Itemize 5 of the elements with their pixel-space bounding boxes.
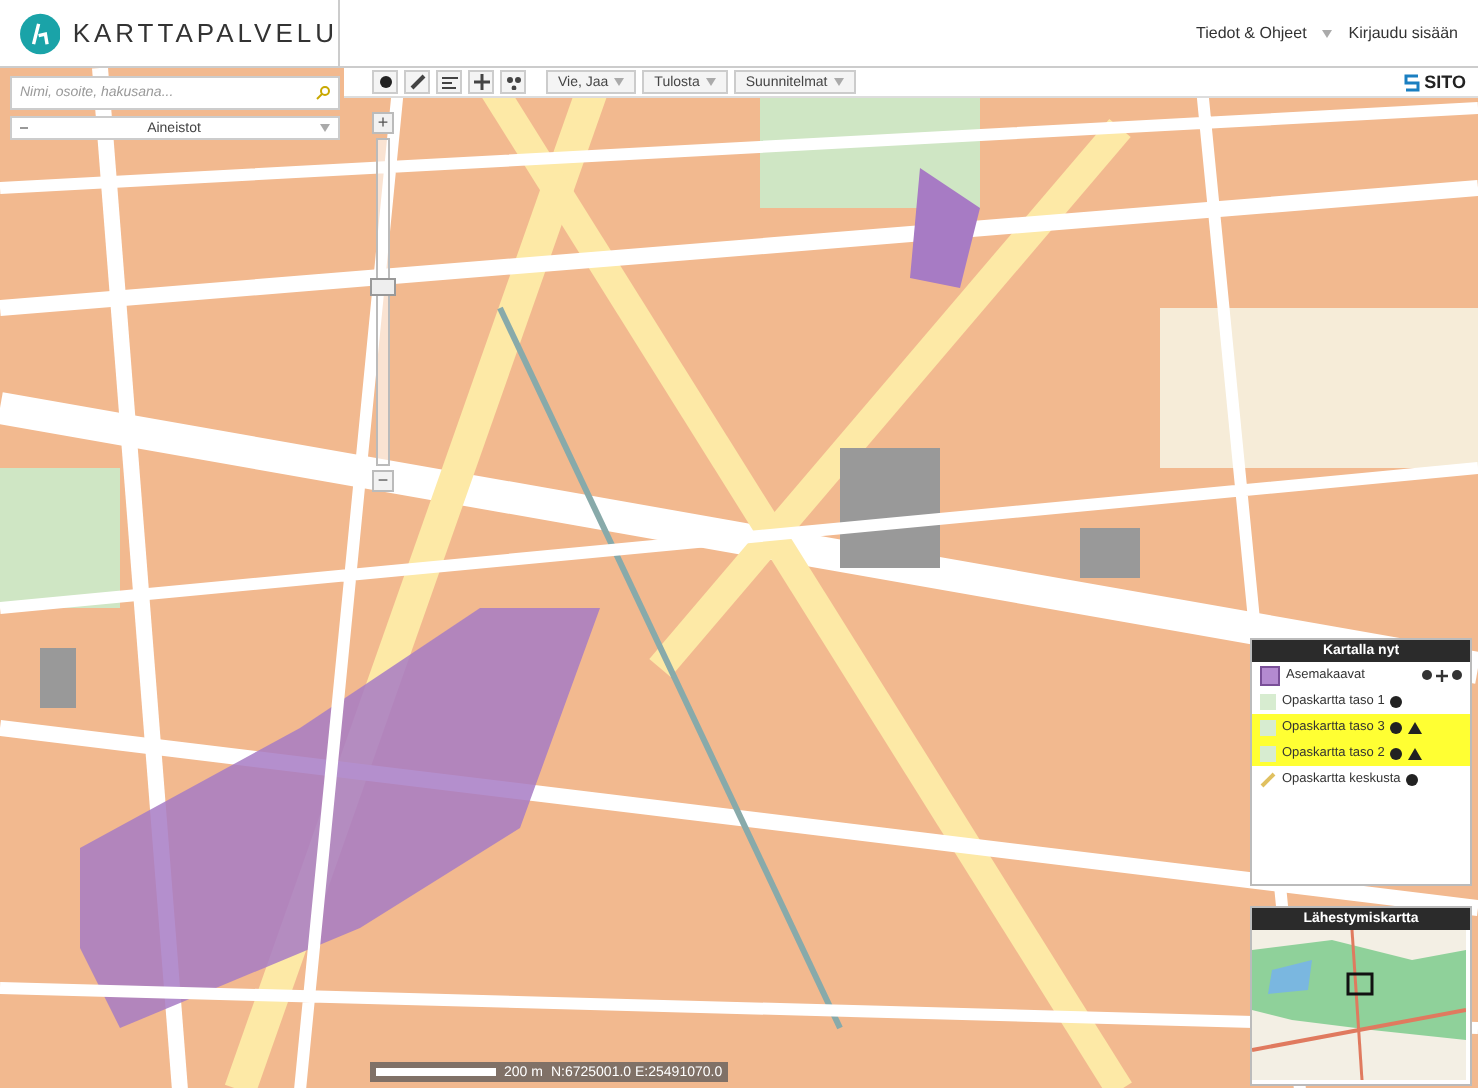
login-link[interactable]: Kirjaudu sisään — [1348, 24, 1458, 42]
caret-icon — [1322, 29, 1333, 37]
app-title: KARTTAPALVELU — [72, 18, 338, 48]
logo-icon — [20, 9, 61, 57]
info-menu-link[interactable]: Tiedot & Ohjeet — [1196, 24, 1307, 42]
